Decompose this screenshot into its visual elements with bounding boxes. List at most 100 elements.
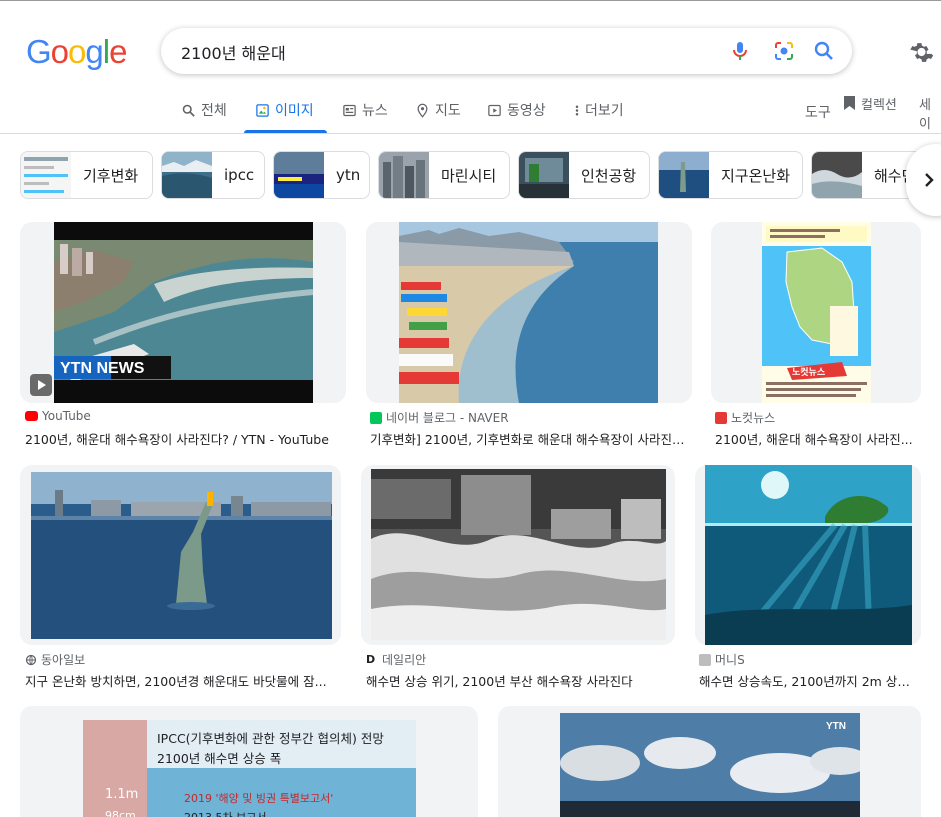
result-image-ytn[interactable]: YTN NEWS — [54, 222, 313, 403]
chip-label: 지구온난화 — [721, 166, 791, 185]
youtube-favicon-icon — [25, 411, 38, 421]
safesearch-label: 세이 — [919, 98, 931, 132]
chip-label: ytn — [336, 166, 361, 184]
infographic-value-1: 1.1m — [105, 787, 139, 802]
tab-news[interactable]: 뉴스 — [342, 100, 388, 132]
result-source[interactable]: 머니S — [699, 651, 745, 668]
result-caption[interactable]: 해수면 상승속도, 2100년까지 2m 상승... — [699, 671, 917, 690]
infographic-title: IPCC(기후변화에 관한 정부간 협의체) 전망 — [157, 731, 384, 746]
tab-label: 뉴스 — [362, 103, 388, 119]
result-source-label: 동아일보 — [41, 653, 86, 667]
google-images-page: Google 2100년 해운대 전체 이미지 뉴스 지도 동영상 더보기 도구… — [0, 0, 941, 817]
nocut-badge: 노컷뉴스 — [792, 367, 826, 378]
chip-climate-change[interactable]: 기후변화 — [20, 151, 153, 199]
korea-map-image: 노컷뉴스 — [762, 222, 871, 403]
search-tabs: 전체 이미지 뉴스 지도 동영상 더보기 도구 컬렉션 세이 — [0, 94, 941, 134]
nocut-favicon-icon — [715, 411, 727, 424]
dailian-favicon-icon: D — [366, 653, 376, 666]
flooded-city-image — [31, 472, 332, 639]
tab-label: 지도 — [435, 103, 461, 119]
result-source-label: 네이버 블로그 - NAVER — [386, 411, 509, 425]
logo-letter: G — [26, 33, 52, 70]
result-source-label: YouTube — [42, 409, 91, 423]
tools-label: 도구 — [805, 105, 831, 121]
result-caption[interactable]: 2100년, 해운대 해수욕장이 사라진다? / YTN - YouTube — [25, 429, 345, 448]
ytn-watermark: YTN — [826, 721, 846, 732]
result-image-naver[interactable] — [399, 222, 658, 403]
camera-lens-icon[interactable] — [772, 39, 796, 63]
result-source[interactable]: 네이버 블로그 - NAVER — [370, 409, 509, 426]
safesearch-button[interactable]: 세이 — [919, 94, 941, 132]
result-source[interactable]: 동아일보 — [25, 651, 85, 668]
divider — [0, 133, 941, 134]
image-icon — [256, 104, 269, 117]
chip-ipcc[interactable]: ipcc — [161, 151, 265, 199]
moneys-favicon-icon — [699, 653, 711, 666]
result-caption[interactable]: 기후변화] 2100년, 기후변화로 해운대 해수욕장이 사라진다... — [370, 429, 688, 448]
chip-global-warming[interactable]: 지구온난화 — [658, 151, 803, 199]
result-source[interactable]: D 데일리안 — [366, 651, 426, 668]
chip-ytn[interactable]: ytn — [273, 151, 370, 199]
video-badge: YTN NEWS — [60, 360, 145, 377]
google-logo[interactable]: Google — [26, 33, 127, 70]
search-icon[interactable] — [812, 39, 836, 63]
tab-images[interactable]: 이미지 — [255, 100, 314, 132]
storm-wave-image — [371, 469, 666, 640]
chip-thumbnail — [162, 152, 212, 198]
microphone-icon[interactable] — [728, 39, 752, 63]
infographic-label-2: 2013 5차 보고서 — [184, 809, 266, 817]
result-source-label: 데일리안 — [382, 653, 427, 667]
chip-thumbnail — [659, 152, 709, 198]
tab-videos[interactable]: 동영상 — [487, 100, 546, 132]
tab-maps[interactable]: 지도 — [415, 100, 461, 132]
result-caption[interactable]: 2100년, 해운대 해수욕장이 사라진... — [715, 429, 921, 448]
chip-incheon-airport[interactable]: 인천공항 — [518, 151, 650, 199]
result-image-ytn-smoke[interactable]: YTN — [560, 713, 860, 817]
chip-thumbnail — [274, 152, 324, 198]
result-source[interactable]: 노컷뉴스 — [715, 409, 775, 426]
chip-label: 기후변화 — [83, 166, 139, 185]
search-box[interactable]: 2100년 해운대 — [161, 28, 852, 74]
tab-label: 더보기 — [585, 103, 624, 119]
chips-next-button[interactable] — [906, 144, 941, 216]
map-pin-icon — [417, 103, 428, 118]
result-caption[interactable]: 해수면 상승 위기, 2100년 부산 해수욕장 사라진다 — [366, 671, 671, 690]
collections-button[interactable]: 컬렉션 — [843, 94, 897, 126]
result-source[interactable]: YouTube — [25, 409, 91, 423]
infographic-label-1: 2019 '해양 및 빙권 특별보고서' — [184, 792, 334, 805]
result-image-donga[interactable] — [31, 472, 332, 639]
underwater-island-image — [705, 465, 912, 645]
logo-letter: o — [50, 33, 69, 70]
result-image-nocut[interactable]: 노컷뉴스 — [762, 222, 871, 403]
more-vert-icon — [575, 105, 579, 116]
logo-letter: o — [68, 33, 86, 70]
result-image-moneys[interactable] — [705, 465, 912, 645]
search-input[interactable]: 2100년 해운대 — [181, 40, 286, 64]
result-source-label: 노컷뉴스 — [731, 411, 776, 425]
result-caption[interactable]: 지구 온난화 방치하면, 2100년경 해운대도 바닷물에 잠... — [25, 671, 335, 690]
aerial-beach-image: YTN NEWS — [54, 222, 313, 403]
tab-more[interactable]: 더보기 — [574, 100, 624, 132]
chip-marine-city[interactable]: 마린시티 — [378, 151, 510, 199]
video-play-button[interactable] — [30, 374, 52, 396]
infographic-subtitle: 2100년 해수면 상승 폭 — [157, 751, 282, 766]
search-icon — [182, 104, 195, 117]
logo-letter: e — [109, 33, 127, 70]
smoke-stacks-image: YTN — [560, 713, 860, 817]
settings-gear-icon[interactable] — [906, 38, 934, 66]
chip-thumbnail — [379, 152, 429, 198]
play-icon — [488, 104, 501, 117]
tools-button[interactable]: 도구 — [805, 102, 831, 134]
chip-label: 마린시티 — [441, 166, 497, 185]
tab-label: 이미지 — [275, 103, 314, 119]
chip-label: ipcc — [224, 166, 255, 184]
infographic-value-2: 98cm — [105, 809, 136, 817]
result-image-dailian[interactable] — [371, 469, 666, 640]
result-image-ipcc-infographic[interactable]: IPCC(기후변화에 관한 정부간 협의체) 전망 2100년 해수면 상승 폭… — [83, 720, 416, 817]
chip-thumbnail — [519, 152, 569, 198]
crowded-beach-image — [399, 222, 658, 403]
play-icon — [38, 380, 46, 390]
chevron-right-icon — [925, 173, 934, 187]
tab-all[interactable]: 전체 — [181, 100, 227, 132]
chip-label: 인천공항 — [581, 166, 637, 185]
